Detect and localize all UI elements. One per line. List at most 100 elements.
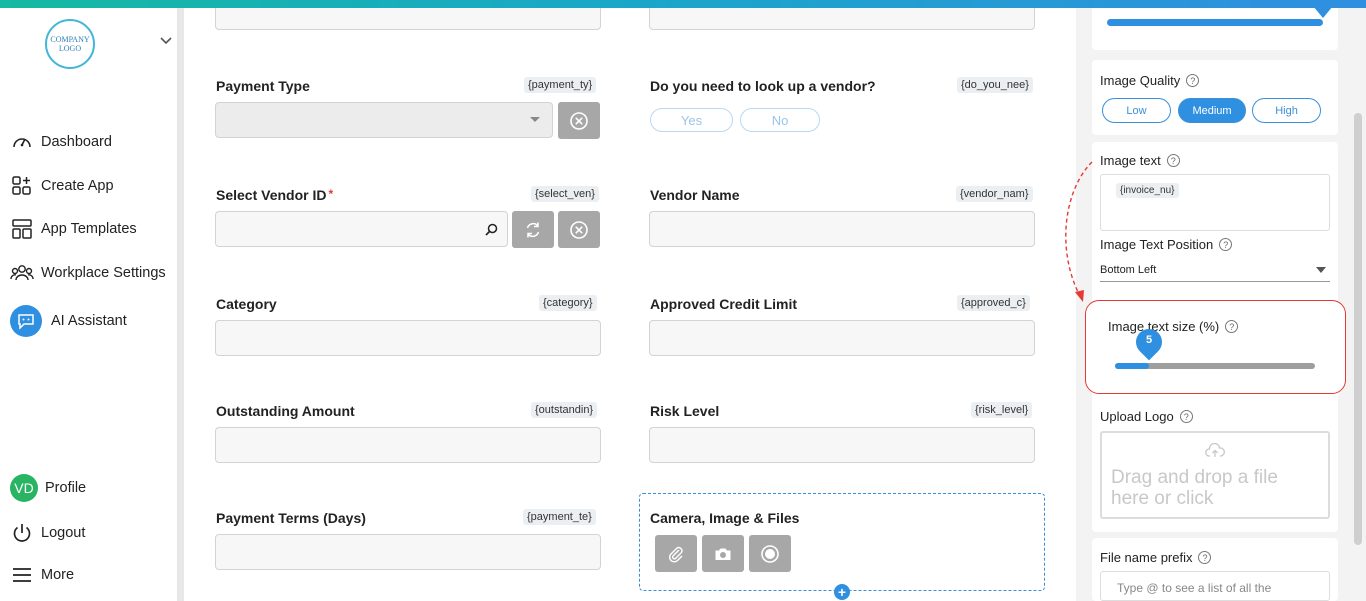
sidebar-item-label: More <box>41 567 75 583</box>
field-label: Risk Level <box>650 403 720 419</box>
sidebar-item-label: AI Assistant <box>51 313 127 329</box>
sidebar-item-label: Workplace Settings <box>41 265 166 281</box>
field-label: Camera, Image & Files <box>650 510 800 526</box>
category-input[interactable] <box>215 320 601 356</box>
panel-scrollbar[interactable] <box>1354 113 1362 545</box>
image-quality-label-text: Image Quality <box>1100 73 1181 88</box>
sidebar-item-label: App Templates <box>41 221 137 237</box>
search-icon <box>485 223 498 236</box>
field-tag: {payment_te} <box>523 509 596 525</box>
slider-value: 5 <box>1145 334 1153 346</box>
field-label: Category <box>216 296 277 312</box>
sidebar-item-workplace-settings[interactable]: Workplace Settings <box>10 258 166 288</box>
sidebar-item-ai-assistant[interactable]: AI Assistant <box>10 303 127 339</box>
risk-level-input[interactable] <box>649 427 1035 463</box>
close-circle-icon <box>570 111 588 130</box>
previous-slider[interactable] <box>1107 19 1323 26</box>
clear-button[interactable] <box>558 211 600 248</box>
field-label: Select Vendor ID * <box>216 187 333 203</box>
slider-fill <box>1115 363 1149 369</box>
cloud-upload-icon <box>1205 443 1225 457</box>
speedometer-icon <box>10 130 34 154</box>
chevron-down-icon[interactable] <box>159 34 173 48</box>
image-text-label: Image text? <box>1100 153 1180 168</box>
required-marker: * <box>328 187 334 201</box>
camera-button[interactable] <box>702 535 744 572</box>
record-icon <box>761 544 779 563</box>
sidebar-item-profile[interactable]: VD Profile <box>10 473 86 503</box>
field-tag: {select_ven} <box>531 186 599 202</box>
help-icon[interactable]: ? <box>1198 551 1212 564</box>
users-icon <box>10 261 34 285</box>
upload-logo-label-text: Upload Logo <box>1100 409 1174 424</box>
field-tag: {outstandin} <box>531 402 598 418</box>
sidebar-item-logout[interactable]: Logout <box>10 518 85 548</box>
power-icon <box>10 521 34 545</box>
payment-terms-input[interactable] <box>215 534 601 570</box>
image-text-size-slider[interactable] <box>1115 363 1315 369</box>
help-icon[interactable]: ? <box>1179 410 1193 423</box>
help-icon[interactable]: ? <box>1225 320 1239 333</box>
quality-option-high[interactable]: High <box>1252 98 1321 123</box>
highlighted-setting <box>1085 300 1346 394</box>
approved-credit-input[interactable] <box>649 320 1035 356</box>
field-label: Approved Credit Limit <box>650 296 798 312</box>
sidebar-item-label: Profile <box>45 480 87 496</box>
vendor-search-input[interactable] <box>215 211 508 247</box>
sidebar-item-dashboard[interactable]: Dashboard <box>10 127 112 157</box>
sidebar-item-app-templates[interactable]: App Templates <box>10 214 137 244</box>
avatar: VD <box>10 474 38 502</box>
refresh-button[interactable] <box>512 211 554 248</box>
help-icon[interactable]: ? <box>1219 238 1233 251</box>
image-text-position-label-text: Image Text Position <box>1100 237 1214 252</box>
field-label: Vendor Name <box>650 187 740 203</box>
image-quality-label: Image Quality? <box>1100 73 1200 88</box>
menu-icon <box>10 563 34 587</box>
yes-option[interactable]: Yes <box>650 108 733 132</box>
field-label: Do you need to look up a vendor? <box>650 78 876 94</box>
company-logo[interactable]: COMPANY LOGO <box>45 19 95 69</box>
upload-logo-label: Upload Logo? <box>1100 409 1193 424</box>
field-tag: {vendor_nam} <box>956 186 1033 202</box>
quality-option-medium[interactable]: Medium <box>1178 98 1246 123</box>
field-tag: {do_you_nee} <box>957 77 1033 93</box>
outstanding-amount-input[interactable] <box>215 427 601 463</box>
help-icon[interactable]: ? <box>1166 154 1180 167</box>
field-label: Outstanding Amount <box>216 403 355 419</box>
clear-button[interactable] <box>558 102 600 139</box>
create-app-icon <box>10 174 34 198</box>
file-name-prefix-input[interactable]: Type @ to see a list of all the <box>1100 571 1330 601</box>
field-tag: {category} <box>539 295 597 311</box>
sidebar-item-more[interactable]: More <box>10 560 74 590</box>
add-field-button[interactable]: + <box>834 584 850 600</box>
close-circle-icon <box>570 220 588 239</box>
no-option[interactable]: No <box>740 108 820 132</box>
field-tag: {approved_c} <box>957 295 1030 311</box>
annotation-arrow-icon <box>1065 161 1093 302</box>
select-underline <box>1100 281 1330 282</box>
field-tag: {payment_ty} <box>524 77 597 93</box>
record-button[interactable] <box>749 535 791 572</box>
dropzone-text: Drag and drop a file here or click <box>1111 467 1278 509</box>
caret-down-icon[interactable] <box>1316 267 1326 273</box>
quality-option-low[interactable]: Low <box>1102 98 1171 123</box>
camera-icon <box>715 548 731 560</box>
logo-text: COMPANY LOGO <box>50 35 90 53</box>
attach-file-button[interactable] <box>655 535 697 572</box>
field-label: Payment Type <box>216 78 310 94</box>
field-tag: {risk_level} <box>971 402 1033 418</box>
help-icon[interactable]: ? <box>1186 74 1200 87</box>
caret-down-icon <box>530 117 540 122</box>
file-name-prefix-label-text: File name prefix <box>1100 550 1193 565</box>
sidebar-item-create-app[interactable]: Create App <box>10 171 114 201</box>
templates-icon <box>10 217 34 241</box>
image-text-position-label: Image Text Position? <box>1100 237 1233 252</box>
vendor-name-input[interactable] <box>649 211 1035 247</box>
variable-chip[interactable]: {invoice_nu} <box>1116 183 1179 198</box>
file-name-prefix-label: File name prefix? <box>1100 550 1212 565</box>
refresh-icon <box>526 222 540 237</box>
payment-type-select[interactable] <box>215 102 553 138</box>
sidebar-item-label: Create App <box>41 178 114 194</box>
image-text-position-select[interactable]: Bottom Left <box>1100 264 1156 276</box>
camera-field-selected[interactable] <box>639 493 1045 591</box>
